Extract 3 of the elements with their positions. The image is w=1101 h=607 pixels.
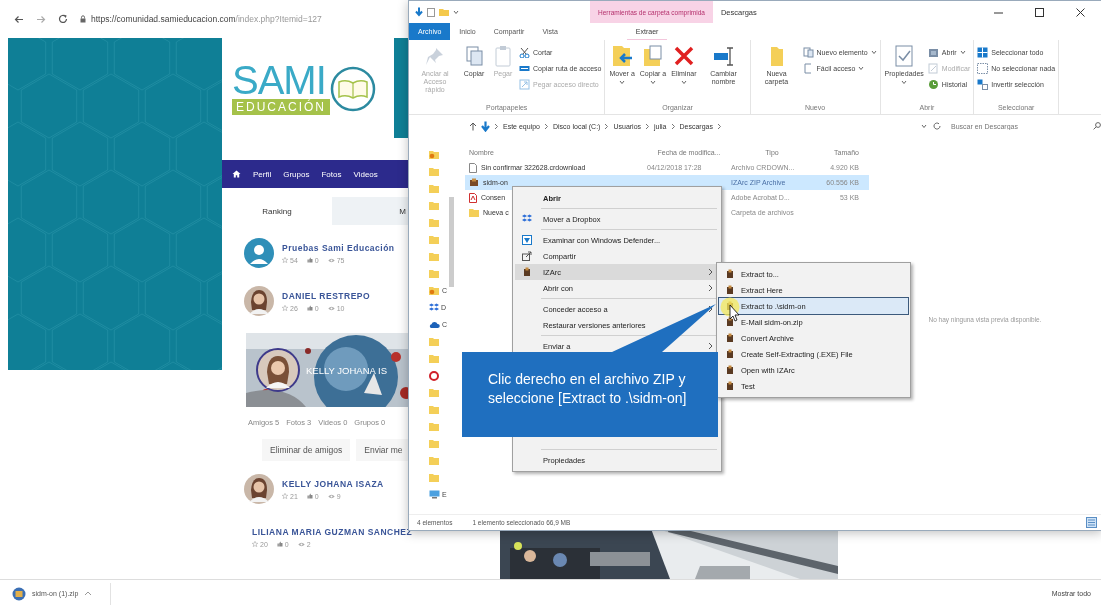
logo-tagline: EDUCACIÓN [232, 99, 330, 115]
logo-word: SAMI [232, 62, 327, 98]
callout-text: Clic derecho en el archivo ZIP y seleccione [Extract to .\sidm-on] [488, 370, 688, 408]
